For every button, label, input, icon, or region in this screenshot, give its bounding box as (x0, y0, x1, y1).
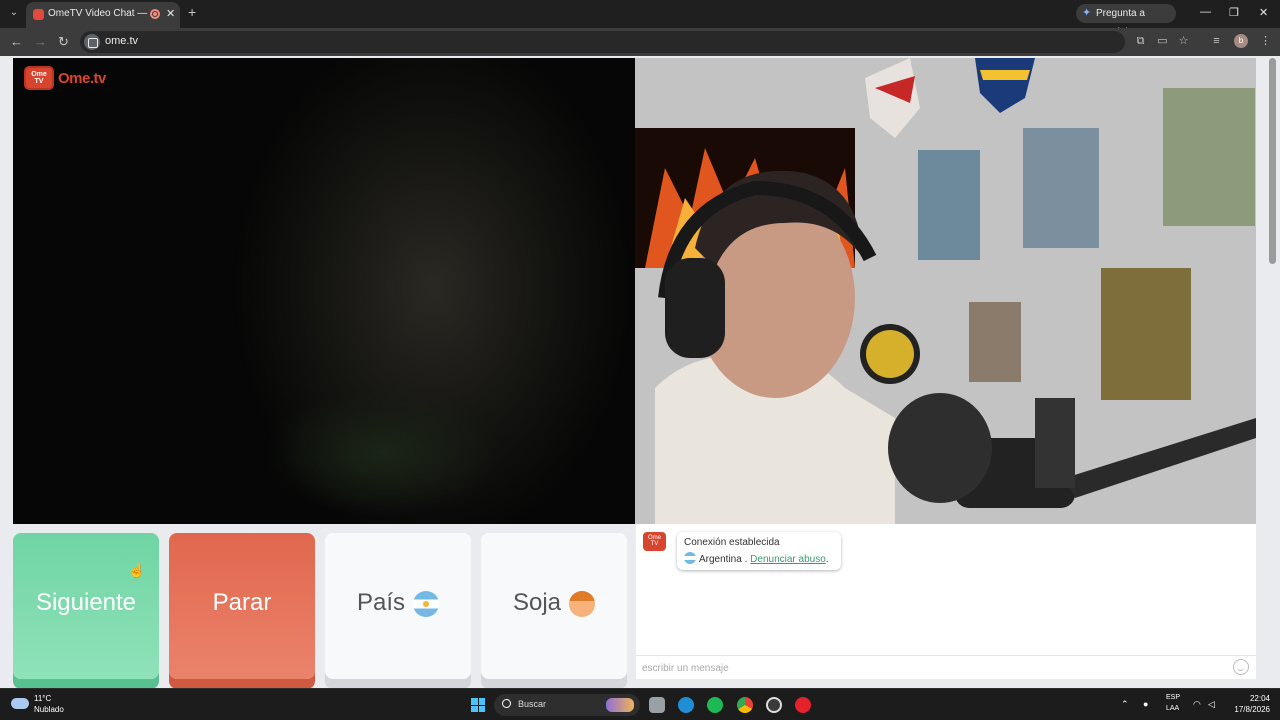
argentina-flag-small-icon (684, 552, 696, 564)
tab-close-icon[interactable]: ✕ (166, 7, 175, 20)
gemini-sparkle-icon: ✦ (1082, 7, 1092, 19)
reload-icon[interactable]: ↻ (58, 34, 69, 50)
stop-button[interactable]: Parar (169, 533, 315, 679)
chrome-icon[interactable] (737, 697, 753, 713)
language-indicator[interactable]: ESP (1166, 694, 1180, 701)
webcam-scene (635, 58, 1256, 524)
taskbar-search[interactable]: Buscar (494, 694, 640, 716)
clock-date[interactable]: 17/8/2026 (1220, 705, 1270, 714)
report-abuse-link[interactable]: Denunciar abuso (750, 554, 826, 565)
edge-icon[interactable] (678, 697, 694, 713)
period: . (825, 554, 829, 565)
chat-panel: Ome TV Conexión establecida Argentina . … (636, 524, 1256, 679)
restore-button[interactable]: ❐ (1229, 6, 1239, 19)
windows-taskbar: 11°C Nublado Buscar ⌃ ● ESP LAA ◠ ◁ 22:0… (0, 688, 1280, 720)
ometv-page: Ome TV Ome.tv Siguiente Parar País Soja … (0, 56, 1280, 688)
windows-start-icon[interactable] (471, 698, 485, 712)
tab-bar: ⌄ OmeTV Video Chat — Alte ✕ + ✦ Pregunta… (0, 0, 1280, 38)
site-info-icon[interactable] (84, 34, 100, 50)
message-input[interactable] (642, 660, 1222, 676)
country-button-content: País (325, 589, 471, 617)
tv-logo-icon: Ome TV (24, 66, 54, 90)
tab-search-icon[interactable]: ⌄ (6, 5, 22, 21)
new-tab-button[interactable]: + (188, 4, 196, 20)
show-hidden-icons-icon[interactable]: ⌃ (1121, 699, 1129, 710)
self-camera-video (635, 58, 1256, 524)
opera-icon[interactable] (795, 697, 811, 713)
tab-title: OmeTV Video Chat — Alte (48, 8, 148, 19)
separator: . (741, 554, 751, 565)
page-scrollbar[interactable] (1269, 58, 1276, 264)
chat-input-area (636, 655, 1256, 679)
back-arrow-icon[interactable]: ← (10, 34, 23, 49)
logo-text: Ome.tv (58, 70, 106, 87)
forward-arrow-icon[interactable]: → (34, 34, 47, 49)
menu-dots-icon[interactable]: ⋮ (1259, 35, 1272, 48)
hand-cursor-icon: ☝ (128, 562, 146, 578)
ometv-favicon-icon (33, 9, 44, 20)
search-highlight-icon (606, 698, 634, 712)
spotify-icon[interactable] (707, 697, 723, 713)
search-icon (502, 699, 511, 708)
gender-button-content: Soja (481, 589, 627, 617)
address-bar[interactable]: ome.tv (80, 31, 1125, 53)
url-text[interactable]: ome.tv (105, 35, 138, 47)
emoji-icon[interactable] (1233, 659, 1249, 675)
translate-icon[interactable]: ⧉ (1134, 35, 1147, 48)
gender-button-label: Soja (512, 589, 562, 616)
weather-description[interactable]: Nublado (34, 705, 64, 714)
argentina-flag-icon (413, 590, 440, 617)
stop-button-label: Parar (212, 589, 272, 616)
cast-icon[interactable]: ▭ (1156, 35, 1169, 48)
toolbar: ← → ↻ ome.tv ⧉ ▭ ☆ ≡ b ⋮ (0, 28, 1280, 56)
boy-face-icon (569, 590, 596, 617)
partner-video: Ome TV Ome.tv (13, 58, 635, 524)
close-window-button[interactable]: ✕ (1259, 6, 1268, 19)
system-message: Conexión establecida Argentina . Denunci… (677, 532, 841, 570)
recording-icon (150, 9, 160, 19)
search-label: Buscar (518, 699, 547, 709)
partner-country: Argentina (699, 554, 742, 565)
browser-tab[interactable]: OmeTV Video Chat — Alte ✕ (26, 2, 180, 28)
keyboard-layout-indicator[interactable]: LAA (1166, 705, 1179, 712)
next-button[interactable]: Siguiente (13, 533, 159, 679)
minimize-button[interactable]: — (1200, 6, 1211, 18)
country-filter-button[interactable]: País (325, 533, 471, 679)
gemini-button[interactable]: ✦ Pregunta a Gemini (1076, 4, 1176, 38)
steam-icon[interactable] (766, 697, 782, 713)
partner-country-line: Argentina . Denunciar abuso. (684, 552, 834, 565)
volume-icon[interactable]: ◁ (1208, 699, 1215, 710)
connection-status: Conexión establecida (684, 537, 780, 548)
ometv-chat-logo-icon: Ome TV (643, 532, 666, 551)
gender-filter-button[interactable]: Soja (481, 533, 627, 679)
ometv-logo[interactable]: Ome TV Ome.tv (24, 64, 124, 92)
task-view-icon[interactable] (649, 697, 665, 713)
next-button-label: Siguiente (35, 589, 137, 616)
weather-temperature[interactable]: 11°C (34, 694, 51, 703)
profile-avatar[interactable]: b (1234, 34, 1248, 48)
country-button-label: País (356, 589, 406, 616)
bookmark-star-icon[interactable]: ☆ (1177, 35, 1190, 48)
microphone-icon[interactable]: ● (1143, 699, 1148, 709)
clock-time[interactable]: 22:04 (1230, 694, 1270, 703)
tab-media-icon[interactable]: ≡ (1210, 35, 1223, 48)
wifi-icon[interactable]: ◠ (1193, 699, 1201, 710)
cloud-icon[interactable] (11, 698, 29, 709)
